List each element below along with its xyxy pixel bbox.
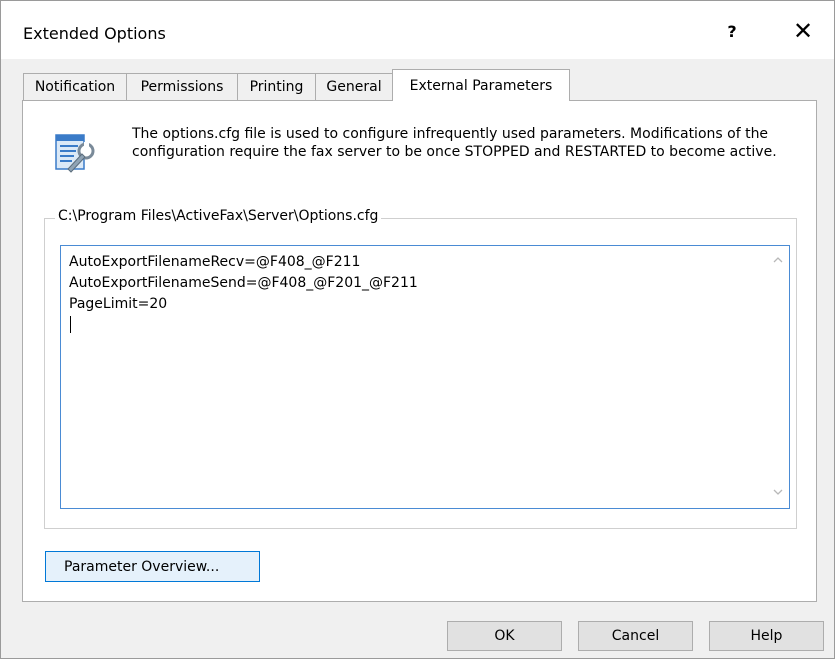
tab-label: Printing <box>249 79 304 95</box>
group-label-file-path: C:\Program Files\ActiveFax\Server\Option… <box>55 208 382 224</box>
tab-permissions[interactable]: Permissions <box>126 73 238 100</box>
scroll-down-icon[interactable] <box>772 486 784 498</box>
tab-label: External Parameters <box>409 77 553 94</box>
editor-content[interactable]: AutoExportFilenameRecv=@F408_@F211 AutoEx… <box>69 252 418 315</box>
parameter-overview-button[interactable]: Parameter Overview... <box>45 551 260 582</box>
extended-options-dialog: Extended Options ? ✕ Notification Permis… <box>0 0 835 659</box>
cancel-label: Cancel <box>611 628 660 644</box>
question-mark-icon: ? <box>727 21 737 41</box>
help-button[interactable]: Help <box>709 621 824 651</box>
editor-line: PageLimit=20 <box>69 296 168 312</box>
scroll-up-icon[interactable] <box>772 254 784 266</box>
tab-external-parameters[interactable]: External Parameters <box>392 69 570 101</box>
vertical-scrollbar[interactable] <box>767 246 789 508</box>
options-file-group: AutoExportFilenameRecv=@F408_@F211 AutoEx… <box>44 218 797 529</box>
ok-label: OK <box>494 628 515 644</box>
tab-label: General <box>326 79 382 95</box>
description-text: The options.cfg file is used to configur… <box>132 126 777 160</box>
close-button[interactable]: ✕ <box>778 11 828 51</box>
config-settings-icon <box>55 134 95 173</box>
tab-printing[interactable]: Printing <box>237 73 316 100</box>
editor-line: AutoExportFilenameRecv=@F408_@F211 <box>69 254 361 270</box>
text-caret <box>70 316 71 333</box>
external-parameters-panel: The options.cfg file is used to configur… <box>22 100 817 602</box>
editor-line: AutoExportFilenameSend=@F408_@F201_@F211 <box>69 275 418 291</box>
tab-general[interactable]: General <box>315 73 393 100</box>
help-button-titlebar[interactable]: ? <box>707 11 757 51</box>
close-icon: ✕ <box>792 17 814 45</box>
help-label: Help <box>750 628 783 644</box>
ok-button[interactable]: OK <box>447 621 562 651</box>
tab-notification[interactable]: Notification <box>23 73 127 100</box>
tab-label: Permissions <box>140 79 224 95</box>
tab-label: Notification <box>34 79 116 95</box>
cancel-button[interactable]: Cancel <box>578 621 693 651</box>
options-editor[interactable]: AutoExportFilenameRecv=@F408_@F211 AutoEx… <box>60 245 790 509</box>
parameter-overview-label: Parameter Overview... <box>64 558 220 575</box>
title-bar[interactable]: Extended Options ? ✕ <box>1 1 834 59</box>
dialog-title: Extended Options <box>23 24 166 43</box>
